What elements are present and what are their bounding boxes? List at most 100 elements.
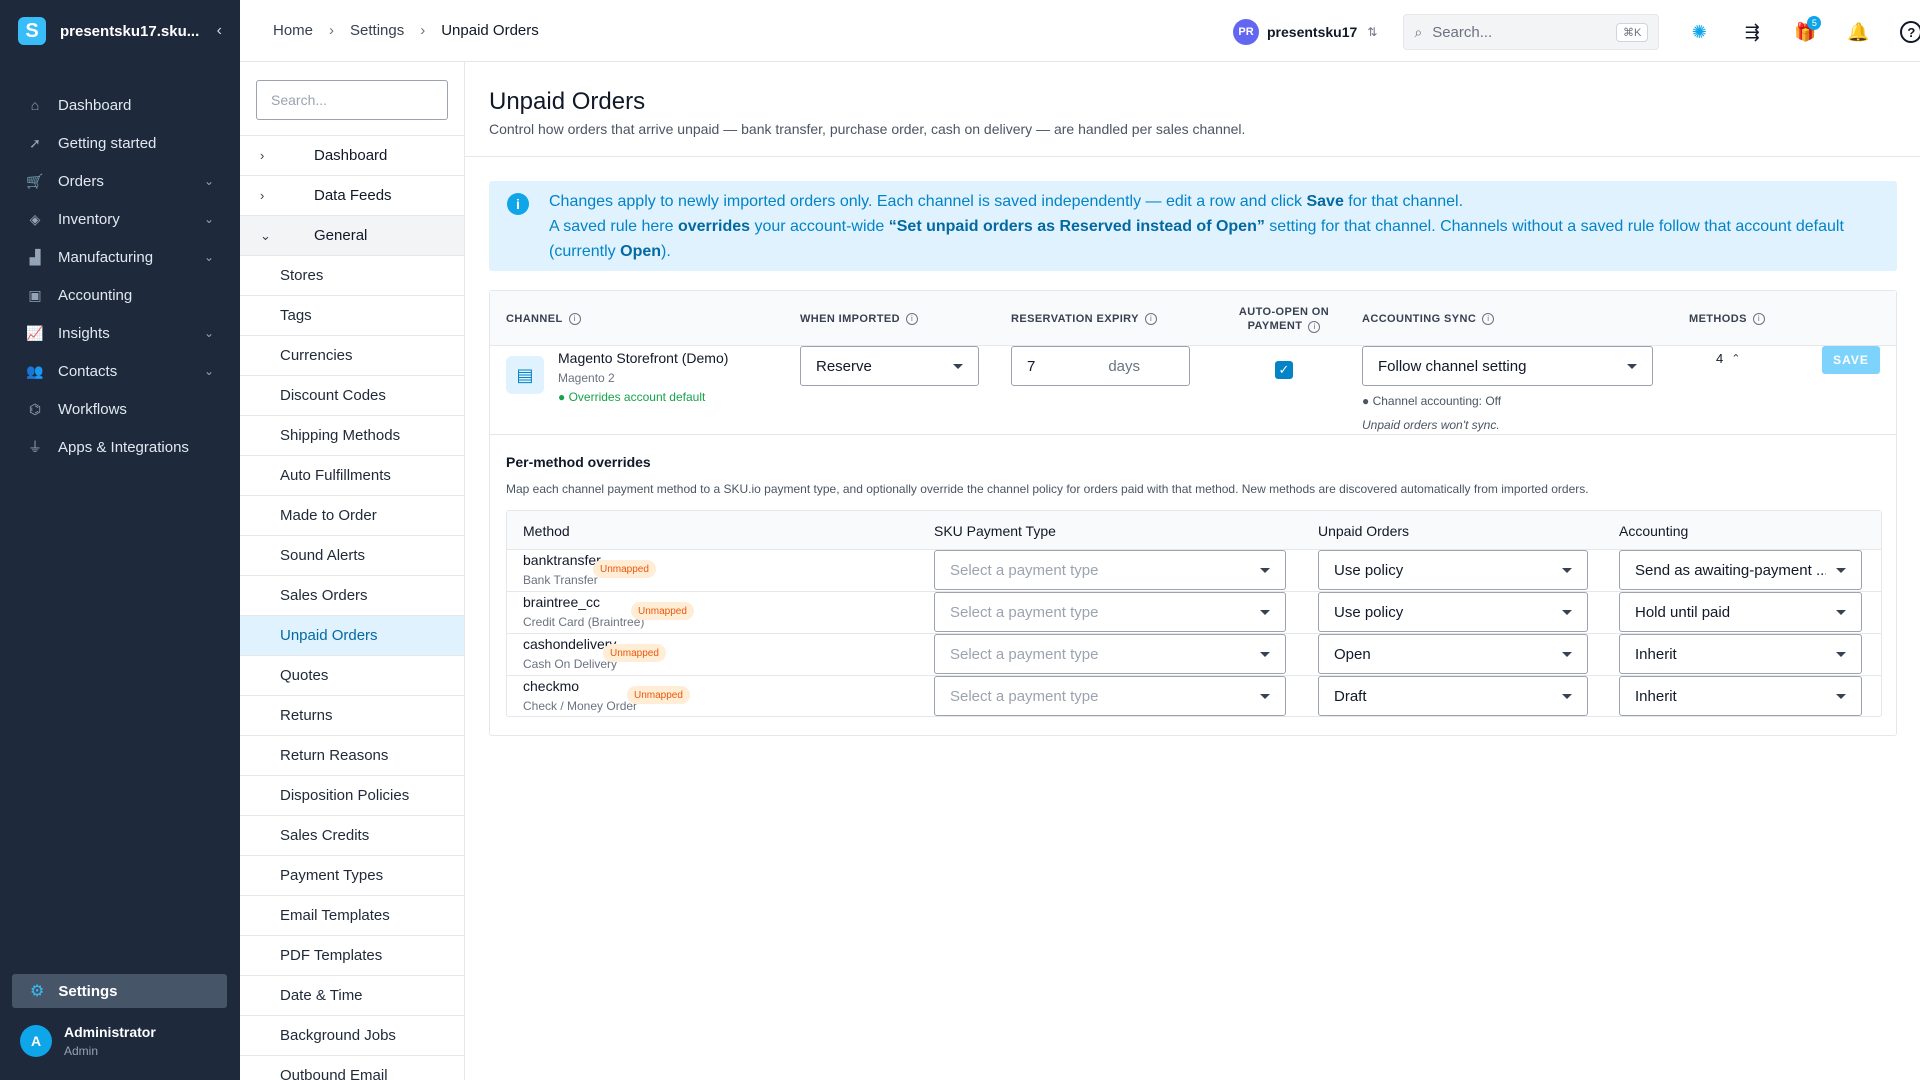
unpaid-orders-select[interactable]: Use policy <box>1318 592 1588 632</box>
collapse-sidebar-icon[interactable]: ‹ <box>217 22 222 40</box>
sidebar-item-contacts[interactable]: 👥 Contacts ⌄ <box>0 352 240 390</box>
chevron-down-icon[interactable]: ⌄ <box>204 174 214 188</box>
accounting-select[interactable]: Hold until paid <box>1619 592 1862 632</box>
sidebar-item-label: Insights <box>58 324 110 342</box>
auto-open-checkbox[interactable]: ✓ <box>1275 361 1293 379</box>
sidebar-item-manufacturing[interactable]: ▟ Manufacturing ⌄ <box>0 238 240 276</box>
subnav-group-dashboard[interactable]: › Dashboard <box>240 135 464 175</box>
chevron-down-icon[interactable]: ⌄ <box>204 326 214 340</box>
dropdown-caret-icon <box>1836 651 1846 657</box>
page-subtitle: Control how orders that arrive unpaid — … <box>489 121 1246 137</box>
sort-arrows-icon[interactable]: ⇅ <box>1367 25 1377 39</box>
breadcrumb: Home › Settings › Unpaid Orders <box>273 22 539 39</box>
info-bold: “Set unpaid orders as Reserved instead o… <box>888 218 1265 235</box>
info-icon[interactable]: i <box>905 312 918 325</box>
unpaid-orders-select[interactable]: Draft <box>1318 676 1588 716</box>
payment-type-select[interactable]: Select a payment type <box>934 634 1286 674</box>
payment-type-select[interactable]: Select a payment type <box>934 550 1286 590</box>
accounting-select[interactable]: Inherit <box>1619 676 1862 716</box>
info-line-1: Changes apply to newly imported orders o… <box>549 189 1877 214</box>
org-avatar[interactable]: PR <box>1233 19 1259 45</box>
info-text: ). <box>661 243 671 260</box>
subnav-item-stores[interactable]: Stores <box>240 255 464 295</box>
chevron-down-icon[interactable]: ⌄ <box>204 250 214 264</box>
per-method-title: Per-method overrides <box>506 454 651 470</box>
subnav-group-data-feeds[interactable]: › Data Feeds <box>240 175 464 215</box>
subnav-item-returns[interactable]: Returns <box>240 695 464 735</box>
sidebar-item-accounting[interactable]: ▣ Accounting <box>0 276 240 314</box>
subnav-item-email-templates[interactable]: Email Templates <box>240 895 464 935</box>
table-row: cashondelivery Cash On Delivery Unmapped Se… <box>507 634 1881 676</box>
sidebar-item-workflows[interactable]: ⌬ Workflows <box>0 390 240 428</box>
global-search-input[interactable]: ⌕ Search... ⌘K <box>1403 14 1660 50</box>
when-imported-select[interactable]: Reserve <box>800 346 979 386</box>
dropdown-caret-icon <box>1836 693 1846 699</box>
sidebar-item-label: Apps & Integrations <box>58 438 189 456</box>
sparkle-icon[interactable]: ✺ <box>1681 14 1717 50</box>
info-icon[interactable]: i <box>568 312 581 325</box>
payment-type-select[interactable]: Select a payment type <box>934 592 1286 632</box>
subnav-item-date-time[interactable]: Date & Time <box>240 975 464 1015</box>
tasks-icon[interactable]: ⇶ <box>1734 14 1770 50</box>
col-when-imported: WHEN IMPORTED i <box>800 291 918 346</box>
info-icon[interactable]: i <box>1144 312 1157 325</box>
unpaid-orders-select[interactable]: Open <box>1318 634 1588 674</box>
subnav-item-tags[interactable]: Tags <box>240 295 464 335</box>
accounting-select[interactable]: Inherit <box>1619 634 1862 674</box>
reservation-expiry-input[interactable]: 7 days <box>1011 346 1190 386</box>
subnav-item-currencies[interactable]: Currencies <box>240 335 464 375</box>
subnav-item-disposition-policies[interactable]: Disposition Policies <box>240 775 464 815</box>
sidebar-item-inventory[interactable]: ◈ Inventory ⌄ <box>0 200 240 238</box>
sidebar-item-insights[interactable]: 📈 Insights ⌄ <box>0 314 240 352</box>
subnav-item-discount-codes[interactable]: Discount Codes <box>240 375 464 415</box>
app-logo-icon[interactable]: S <box>18 17 46 45</box>
subnav-item-quotes[interactable]: Quotes <box>240 655 464 695</box>
subnav-item-pdf-templates[interactable]: PDF Templates <box>240 935 464 975</box>
help-icon[interactable]: ? <box>1900 21 1920 43</box>
payment-type-select[interactable]: Select a payment type <box>934 676 1286 716</box>
gift-icon[interactable]: 🎁 5 <box>1787 14 1823 50</box>
subnav-item-made-to-order[interactable]: Made to Order <box>240 495 464 535</box>
dropdown-caret-icon <box>1562 693 1572 699</box>
subnav-group-general[interactable]: ⌄ General <box>240 215 464 255</box>
channel-table-header: CHANNEL i WHEN IMPORTED i RESERVATION EXPI… <box>490 291 1896 346</box>
subnav-item-sales-orders[interactable]: Sales Orders <box>240 575 464 615</box>
unpaid-orders-select[interactable]: Use policy <box>1318 550 1588 590</box>
chevron-down-icon[interactable]: ⌄ <box>204 364 214 378</box>
col-unpaid-orders: Unpaid Orders <box>1318 522 1410 539</box>
save-button[interactable]: SAVE <box>1822 346 1880 374</box>
subnav-item-outbound-email[interactable]: Outbound Email <box>240 1055 464 1080</box>
breadcrumb-settings[interactable]: Settings <box>350 22 404 39</box>
user-profile[interactable]: A Administrator Admin <box>20 1024 156 1058</box>
sidebar-item-orders[interactable]: 🛒 Orders ⌄ <box>0 162 240 200</box>
methods-count: 4 <box>1716 351 1724 366</box>
accounting-sync-select[interactable]: Follow channel setting <box>1362 346 1653 386</box>
subnav-item-shipping-methods[interactable]: Shipping Methods <box>240 415 464 455</box>
store-name[interactable]: presentsku17.sku... <box>60 23 217 40</box>
subnav-item-auto-fulfillments[interactable]: Auto Fulfillments <box>240 455 464 495</box>
bell-icon[interactable]: 🔔 <box>1840 14 1876 50</box>
sidebar-item-dashboard[interactable]: ⌂ Dashboard <box>0 86 240 124</box>
sidebar-item-label: Dashboard <box>58 96 132 114</box>
info-icon[interactable]: i <box>1308 320 1321 333</box>
sidebar-item-settings[interactable]: ⚙ Settings <box>12 974 227 1008</box>
settings-search-input[interactable]: Search... <box>256 80 448 120</box>
info-icon[interactable]: i <box>1482 312 1495 325</box>
subnav-item-background-jobs[interactable]: Background Jobs <box>240 1015 464 1055</box>
sidebar-item-apps-integrations[interactable]: ⏚ Apps & Integrations <box>0 428 240 466</box>
breadcrumb-home[interactable]: Home <box>273 22 313 39</box>
chevron-down-icon[interactable]: ⌄ <box>204 212 214 226</box>
subnav-item-return-reasons[interactable]: Return Reasons <box>240 735 464 775</box>
methods-toggle[interactable]: 4 ⌃ <box>1716 351 1740 366</box>
info-icon[interactable]: i <box>1752 312 1765 325</box>
sidebar-item-label: Workflows <box>58 400 127 418</box>
subnav-item-payment-types[interactable]: Payment Types <box>240 855 464 895</box>
subnav-item-sales-credits[interactable]: Sales Credits <box>240 815 464 855</box>
sidebar-item-label: Contacts <box>58 362 118 380</box>
sidebar-item-getting-started[interactable]: ➚ Getting started <box>0 124 240 162</box>
subnav-item-unpaid-orders[interactable]: Unpaid Orders <box>240 615 464 655</box>
accounting-select[interactable]: Send as awaiting-payment ... <box>1619 550 1862 590</box>
subnav-item-sound-alerts[interactable]: Sound Alerts <box>240 535 464 575</box>
chevron-up-icon: ⌃ <box>1731 353 1741 365</box>
org-switcher[interactable]: presentsku17 <box>1267 24 1357 40</box>
